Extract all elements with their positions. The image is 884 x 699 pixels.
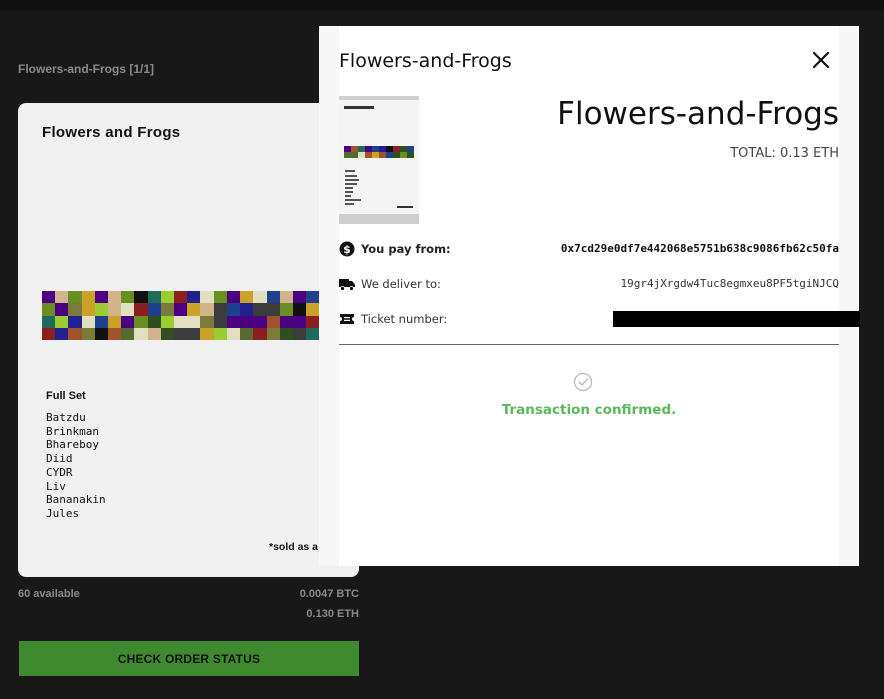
member-name: Liv — [46, 479, 66, 493]
modal-right-edge — [839, 26, 859, 566]
member-name: CYDR — [46, 465, 73, 479]
ticket-row: Ticket number: — [339, 309, 860, 329]
deliver-to-row: We deliver to: 19gr4jXrgdw4Tuc8egmxeu8PF… — [339, 274, 839, 294]
order-total: TOTAL: 0.13 ETH — [730, 146, 839, 161]
member-name: Batzdu — [46, 411, 86, 424]
availability-count: 60 available — [18, 588, 80, 600]
deliver-to-label: We deliver to: — [361, 277, 441, 291]
sold-note: *sold as a — [269, 541, 319, 553]
modal-title: Flowers-and-Frogs — [339, 50, 512, 72]
deliver-to-address: 19gr4jXrgdw4Tuc8egmxeu8PF5tgiNJCQ — [620, 277, 839, 290]
member-name: Diid — [46, 452, 73, 466]
close-button[interactable] — [809, 48, 833, 72]
modal-left-edge — [319, 26, 339, 566]
transaction-status: Transaction confirmed. — [501, 402, 677, 418]
ticket-label: Ticket number: — [361, 312, 448, 326]
member-name: Brinkman — [46, 424, 99, 438]
artwork-title: Flowers and Frogs — [42, 124, 181, 141]
order-modal: Flowers-and-Frogs Flowers-and-Frogs TOTA… — [319, 26, 860, 566]
member-name: Bananakin — [46, 493, 106, 507]
check-circle-icon — [573, 372, 593, 392]
product-name: Flowers-and-Frogs — [557, 96, 839, 132]
check-order-status-button[interactable]: CHECK ORDER STATUS — [19, 641, 359, 676]
dollar-circle-icon: $ — [339, 241, 355, 257]
pay-from-address: 0x7cd29e0df7e442068e5751b638c9086fb62c50… — [560, 242, 839, 255]
top-bar — [0, 0, 884, 10]
delivery-truck-icon — [339, 279, 355, 291]
ticket-number-redacted — [613, 311, 860, 327]
price-eth: 0.130 ETH — [306, 608, 359, 620]
member-name: Jules — [46, 506, 80, 520]
artwork-card[interactable]: Flowers and Frogs Full Set Batzdu Brinkm… — [18, 103, 359, 577]
set-title: Full Set — [46, 390, 86, 402]
member-list: Batzdu Brinkman Bhareboy Diid CYDR Liv B… — [46, 411, 106, 521]
close-icon — [812, 51, 830, 69]
price-btc: 0.0047 BTC — [299, 588, 359, 600]
pay-from-row: $ You pay from: 0x7cd29e0df7e442068e5751… — [339, 239, 839, 259]
pay-from-label: You pay from: — [361, 242, 451, 256]
svg-text:$: $ — [343, 243, 351, 256]
divider — [339, 344, 839, 345]
product-thumbnail — [339, 96, 419, 224]
member-name: Bhareboy — [46, 438, 99, 452]
artwork-pixel-strip — [42, 291, 359, 340]
page-title: Flowers-and-Frogs [1/1] — [18, 62, 155, 76]
ticket-icon — [340, 314, 354, 324]
